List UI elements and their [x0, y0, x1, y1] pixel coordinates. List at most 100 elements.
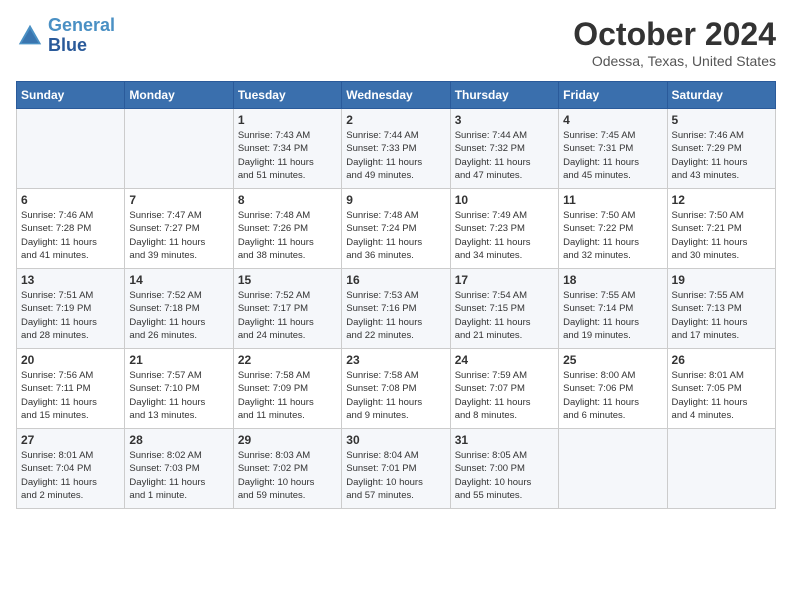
title-block: October 2024 Odessa, Texas, United State… — [573, 16, 776, 69]
logo-icon — [16, 22, 44, 50]
calendar-cell: 16Sunrise: 7:53 AM Sunset: 7:16 PM Dayli… — [342, 269, 450, 349]
calendar-cell: 24 Sunrise: 7:59 AM Sunset: 7:07 PM Dayli… — [450, 349, 558, 429]
day-number: 6 — [21, 193, 120, 207]
weekday-header-tuesday: Tuesday — [233, 82, 341, 109]
calendar-cell: 29 Sunrise: 8:03 AM Sunset: 7:02 PM Dayli… — [233, 429, 341, 509]
day-number: 15 — [238, 273, 337, 287]
day-detail: Sunrise: 7:51 AM Sunset: 7:19 PM Dayligh… — [21, 289, 120, 342]
calendar-cell: 14Sunrise: 7:52 AM Sunset: 7:18 PM Dayli… — [125, 269, 233, 349]
calendar-header: SundayMondayTuesdayWednesdayThursdayFrid… — [17, 82, 776, 109]
day-detail: Sunrise: 7:46 AM Sunset: 7:29 PM Dayligh… — [672, 129, 771, 182]
calendar-cell: 27 Sunrise: 8:01 AM Sunset: 7:04 PM Dayli… — [17, 429, 125, 509]
calendar-week-2: 6 Sunrise: 7:46 AM Sunset: 7:28 PM Daylig… — [17, 189, 776, 269]
day-detail: Sunrise: 8:02 AM Sunset: 7:03 PM Dayligh… — [129, 449, 228, 502]
day-detail: Sunrise: 7:50 AM Sunset: 7:21 PM Dayligh… — [672, 209, 771, 262]
calendar-cell: 7 Sunrise: 7:47 AM Sunset: 7:27 PM Daylig… — [125, 189, 233, 269]
day-number: 13 — [21, 273, 120, 287]
calendar-week-3: 13 Sunrise: 7:51 AM Sunset: 7:19 PM Dayli… — [17, 269, 776, 349]
day-number: 24 — [455, 353, 554, 367]
calendar-cell: 8 Sunrise: 7:48 AM Sunset: 7:26 PM Daylig… — [233, 189, 341, 269]
day-detail: Sunrise: 7:49 AM Sunset: 7:23 PM Dayligh… — [455, 209, 554, 262]
calendar-cell: 26 Sunrise: 8:01 AM Sunset: 7:05 PM Dayli… — [667, 349, 775, 429]
day-number: 4 — [563, 113, 662, 127]
calendar-week-1: 1 Sunrise: 7:43 AM Sunset: 7:34 PM Daylig… — [17, 109, 776, 189]
calendar-cell: 23Sunrise: 7:58 AM Sunset: 7:08 PM Dayli… — [342, 349, 450, 429]
calendar-body: 1 Sunrise: 7:43 AM Sunset: 7:34 PM Daylig… — [17, 109, 776, 509]
logo: General Blue — [16, 16, 115, 56]
day-number: 10 — [455, 193, 554, 207]
calendar-cell: 4 Sunrise: 7:45 AM Sunset: 7:31 PM Daylig… — [559, 109, 667, 189]
calendar-cell: 13 Sunrise: 7:51 AM Sunset: 7:19 PM Dayli… — [17, 269, 125, 349]
calendar-cell: 25Sunrise: 8:00 AM Sunset: 7:06 PM Dayli… — [559, 349, 667, 429]
day-number: 29 — [238, 433, 337, 447]
day-number: 11 — [563, 193, 662, 207]
calendar-cell — [667, 429, 775, 509]
day-detail: Sunrise: 7:44 AM Sunset: 7:33 PM Dayligh… — [346, 129, 445, 182]
day-detail: Sunrise: 7:46 AM Sunset: 7:28 PM Dayligh… — [21, 209, 120, 262]
day-detail: Sunrise: 7:58 AM Sunset: 7:08 PM Dayligh… — [346, 369, 445, 422]
location-subtitle: Odessa, Texas, United States — [573, 53, 776, 69]
day-number: 26 — [672, 353, 771, 367]
day-number: 28 — [129, 433, 228, 447]
calendar-cell: 28 Sunrise: 8:02 AM Sunset: 7:03 PM Dayli… — [125, 429, 233, 509]
calendar-cell: 15Sunrise: 7:52 AM Sunset: 7:17 PM Dayli… — [233, 269, 341, 349]
day-number: 12 — [672, 193, 771, 207]
calendar-week-4: 20Sunrise: 7:56 AM Sunset: 7:11 PM Dayli… — [17, 349, 776, 429]
calendar-cell: 18Sunrise: 7:55 AM Sunset: 7:14 PM Dayli… — [559, 269, 667, 349]
day-detail: Sunrise: 7:59 AM Sunset: 7:07 PM Dayligh… — [455, 369, 554, 422]
day-number: 2 — [346, 113, 445, 127]
calendar-cell: 9Sunrise: 7:48 AM Sunset: 7:24 PM Daylig… — [342, 189, 450, 269]
day-detail: Sunrise: 8:01 AM Sunset: 7:04 PM Dayligh… — [21, 449, 120, 502]
day-detail: Sunrise: 7:44 AM Sunset: 7:32 PM Dayligh… — [455, 129, 554, 182]
calendar-cell: 17 Sunrise: 7:54 AM Sunset: 7:15 PM Dayli… — [450, 269, 558, 349]
day-number: 27 — [21, 433, 120, 447]
calendar-cell: 1 Sunrise: 7:43 AM Sunset: 7:34 PM Daylig… — [233, 109, 341, 189]
calendar-cell: 20Sunrise: 7:56 AM Sunset: 7:11 PM Dayli… — [17, 349, 125, 429]
day-detail: Sunrise: 7:43 AM Sunset: 7:34 PM Dayligh… — [238, 129, 337, 182]
calendar-cell: 31 Sunrise: 8:05 AM Sunset: 7:00 PM Dayli… — [450, 429, 558, 509]
day-number: 17 — [455, 273, 554, 287]
day-detail: Sunrise: 7:48 AM Sunset: 7:24 PM Dayligh… — [346, 209, 445, 262]
weekday-header-thursday: Thursday — [450, 82, 558, 109]
calendar-cell: 6 Sunrise: 7:46 AM Sunset: 7:28 PM Daylig… — [17, 189, 125, 269]
logo-text: General Blue — [48, 16, 115, 56]
day-number: 3 — [455, 113, 554, 127]
day-number: 30 — [346, 433, 445, 447]
day-number: 8 — [238, 193, 337, 207]
day-detail: Sunrise: 7:50 AM Sunset: 7:22 PM Dayligh… — [563, 209, 662, 262]
day-detail: Sunrise: 7:57 AM Sunset: 7:10 PM Dayligh… — [129, 369, 228, 422]
day-detail: Sunrise: 8:05 AM Sunset: 7:00 PM Dayligh… — [455, 449, 554, 502]
day-number: 25 — [563, 353, 662, 367]
day-detail: Sunrise: 7:45 AM Sunset: 7:31 PM Dayligh… — [563, 129, 662, 182]
day-detail: Sunrise: 7:54 AM Sunset: 7:15 PM Dayligh… — [455, 289, 554, 342]
calendar-cell: 12 Sunrise: 7:50 AM Sunset: 7:21 PM Dayli… — [667, 189, 775, 269]
day-detail: Sunrise: 7:55 AM Sunset: 7:14 PM Dayligh… — [563, 289, 662, 342]
page-header: General Blue October 2024 Odessa, Texas,… — [16, 16, 776, 69]
day-number: 19 — [672, 273, 771, 287]
day-number: 21 — [129, 353, 228, 367]
calendar-week-5: 27 Sunrise: 8:01 AM Sunset: 7:04 PM Dayli… — [17, 429, 776, 509]
day-number: 31 — [455, 433, 554, 447]
calendar-cell: 2 Sunrise: 7:44 AM Sunset: 7:33 PM Daylig… — [342, 109, 450, 189]
weekday-header-friday: Friday — [559, 82, 667, 109]
calendar-cell: 21 Sunrise: 7:57 AM Sunset: 7:10 PM Dayli… — [125, 349, 233, 429]
calendar-cell: 10 Sunrise: 7:49 AM Sunset: 7:23 PM Dayli… — [450, 189, 558, 269]
day-detail: Sunrise: 7:47 AM Sunset: 7:27 PM Dayligh… — [129, 209, 228, 262]
calendar-cell — [559, 429, 667, 509]
day-detail: Sunrise: 8:01 AM Sunset: 7:05 PM Dayligh… — [672, 369, 771, 422]
day-detail: Sunrise: 8:03 AM Sunset: 7:02 PM Dayligh… — [238, 449, 337, 502]
day-detail: Sunrise: 7:58 AM Sunset: 7:09 PM Dayligh… — [238, 369, 337, 422]
day-detail: Sunrise: 7:48 AM Sunset: 7:26 PM Dayligh… — [238, 209, 337, 262]
day-number: 16 — [346, 273, 445, 287]
weekday-header-wednesday: Wednesday — [342, 82, 450, 109]
calendar-cell — [17, 109, 125, 189]
day-number: 5 — [672, 113, 771, 127]
calendar-cell: 19Sunrise: 7:55 AM Sunset: 7:13 PM Dayli… — [667, 269, 775, 349]
calendar-table: SundayMondayTuesdayWednesdayThursdayFrid… — [16, 81, 776, 509]
day-number: 7 — [129, 193, 228, 207]
calendar-cell: 22Sunrise: 7:58 AM Sunset: 7:09 PM Dayli… — [233, 349, 341, 429]
day-number: 1 — [238, 113, 337, 127]
calendar-cell: 30Sunrise: 8:04 AM Sunset: 7:01 PM Dayli… — [342, 429, 450, 509]
day-detail: Sunrise: 7:56 AM Sunset: 7:11 PM Dayligh… — [21, 369, 120, 422]
weekday-header-sunday: Sunday — [17, 82, 125, 109]
